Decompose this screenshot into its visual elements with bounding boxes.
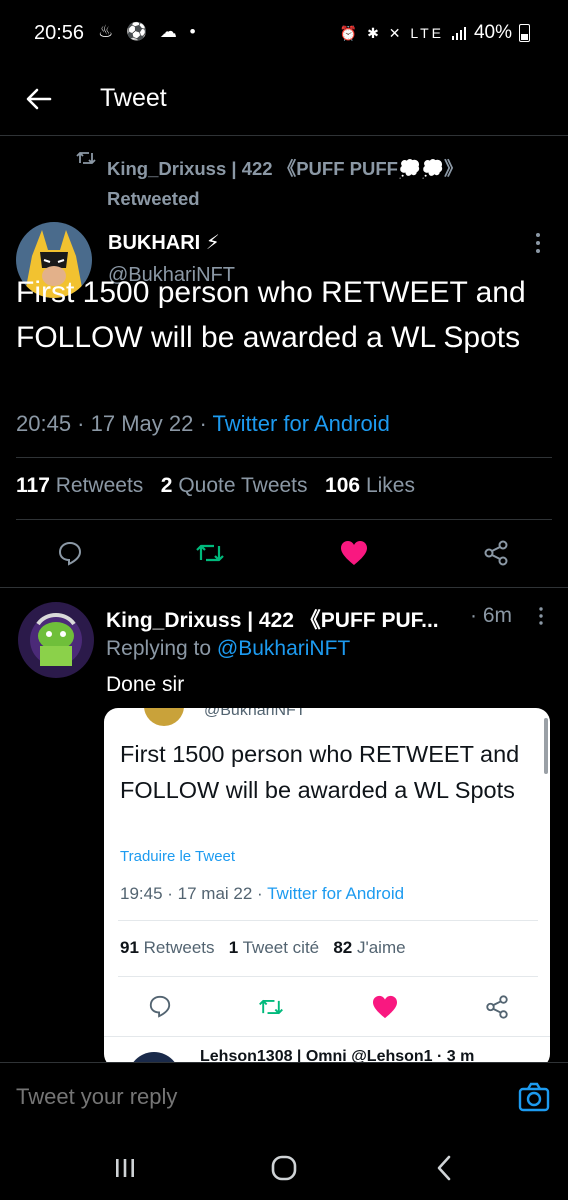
reply-input[interactable]: [16, 1084, 496, 1110]
system-icons: ⏰ ✱ ✕ LTE: [339, 24, 444, 41]
tweet-timestamp: 20:45 · 17 May 22 ·: [16, 411, 213, 436]
home-icon[interactable]: [254, 1138, 314, 1198]
notification-icons: ♨ ⚽ ☁ •: [98, 22, 200, 41]
card-divider-2: [118, 976, 538, 977]
retweet-context-icon: [76, 150, 96, 166]
recent-apps-icon[interactable]: [95, 1138, 155, 1198]
reply-text: Done sir: [106, 673, 185, 696]
replying-to: Replying to @BukhariNFT: [106, 637, 350, 661]
tweet-stats: 117 Retweets 2 Quote Tweets 106 Likes: [16, 474, 415, 498]
more-options-icon[interactable]: [534, 232, 542, 254]
back-arrow-icon[interactable]: [22, 82, 56, 116]
card-divider-3: [104, 1036, 550, 1037]
quotes-stat[interactable]: 2 Quote Tweets: [161, 474, 308, 497]
card-retweet-icon: [258, 996, 284, 1018]
card-timestamp: 19:45 · 17 mai 22 ·: [120, 884, 268, 903]
camera-icon[interactable]: [518, 1082, 550, 1112]
attached-image[interactable]: @BukhariNFT First 1500 person who RETWEE…: [104, 708, 550, 1068]
reply-avatar[interactable]: [18, 602, 94, 678]
tweet-source[interactable]: Twitter for Android: [213, 411, 390, 436]
retweet-icon[interactable]: [190, 533, 230, 573]
card-retweets-count: 91: [120, 938, 139, 957]
card-likes-label: J'aime: [356, 938, 406, 957]
battery-icon: [519, 24, 530, 42]
battery-percent: 40%: [473, 22, 512, 43]
status-time: 20:56: [34, 22, 85, 44]
card-stats: 91 Retweets 1 Tweet cité 82 J'aime: [120, 938, 406, 958]
card-share-icon: [484, 994, 510, 1020]
share-icon[interactable]: [476, 533, 516, 573]
card-meta: 19:45 · 17 mai 22 · Twitter for Android: [120, 884, 404, 904]
card-quotes-count: 1: [228, 938, 239, 957]
page-title: Tweet: [100, 84, 167, 112]
like-icon[interactable]: [334, 533, 374, 573]
author-name[interactable]: BUKHARI ⚡: [108, 230, 220, 255]
retweeted-label: Retweeted: [107, 188, 200, 209]
card-quotes-label: Tweet cité: [242, 938, 320, 957]
retweeted-by[interactable]: King_Drixuss | 422 《PUFF PUFF💭💭》 Retweet…: [107, 154, 463, 214]
likes-stat[interactable]: 106 Likes: [325, 474, 415, 497]
retweeted-by-name: King_Drixuss | 422 《PUFF PUFF💭💭》: [107, 158, 463, 179]
card-source: Twitter for Android: [267, 884, 405, 903]
card-likes-count: 82: [333, 938, 353, 957]
replying-prefix: Replying to: [106, 637, 217, 660]
tweet-text: First 1500 person who RETWEET and FOLLOW…: [16, 276, 526, 354]
card-tweet-text: First 1500 person who RETWEET and FOLLOW…: [120, 741, 520, 803]
reply-more-icon[interactable]: [538, 607, 544, 625]
stats-divider: [16, 519, 552, 520]
card-retweets-label: Retweets: [143, 938, 215, 957]
card-avatar-partial: [144, 708, 184, 726]
card-translate-link: Traduire le Tweet: [120, 848, 236, 865]
card-scrollbar: [544, 718, 548, 774]
status-right: ⏰ ✱ ✕ LTE 40%: [340, 22, 530, 44]
reply-time: · 6m: [470, 604, 512, 627]
card-handle-partial: @BukhariNFT: [204, 708, 306, 719]
card-reply-icon: [148, 994, 172, 1018]
replying-handle[interactable]: @BukhariNFT: [217, 637, 350, 660]
signal-icon: [451, 25, 467, 41]
meta-divider: [16, 457, 552, 458]
nav-back-icon[interactable]: [414, 1138, 474, 1198]
card-divider: [118, 920, 538, 921]
card-like-icon: [372, 995, 398, 1019]
reply-author-name[interactable]: King_Drixuss | 422 《PUFF PUF...: [106, 604, 439, 634]
tweet-meta: 20:45 · 17 May 22 · Twitter for Android: [16, 411, 390, 437]
header-divider: [0, 135, 568, 136]
actions-divider: [0, 587, 568, 588]
retweets-stat[interactable]: 117 Retweets: [16, 474, 143, 497]
reply-icon[interactable]: [50, 533, 90, 573]
